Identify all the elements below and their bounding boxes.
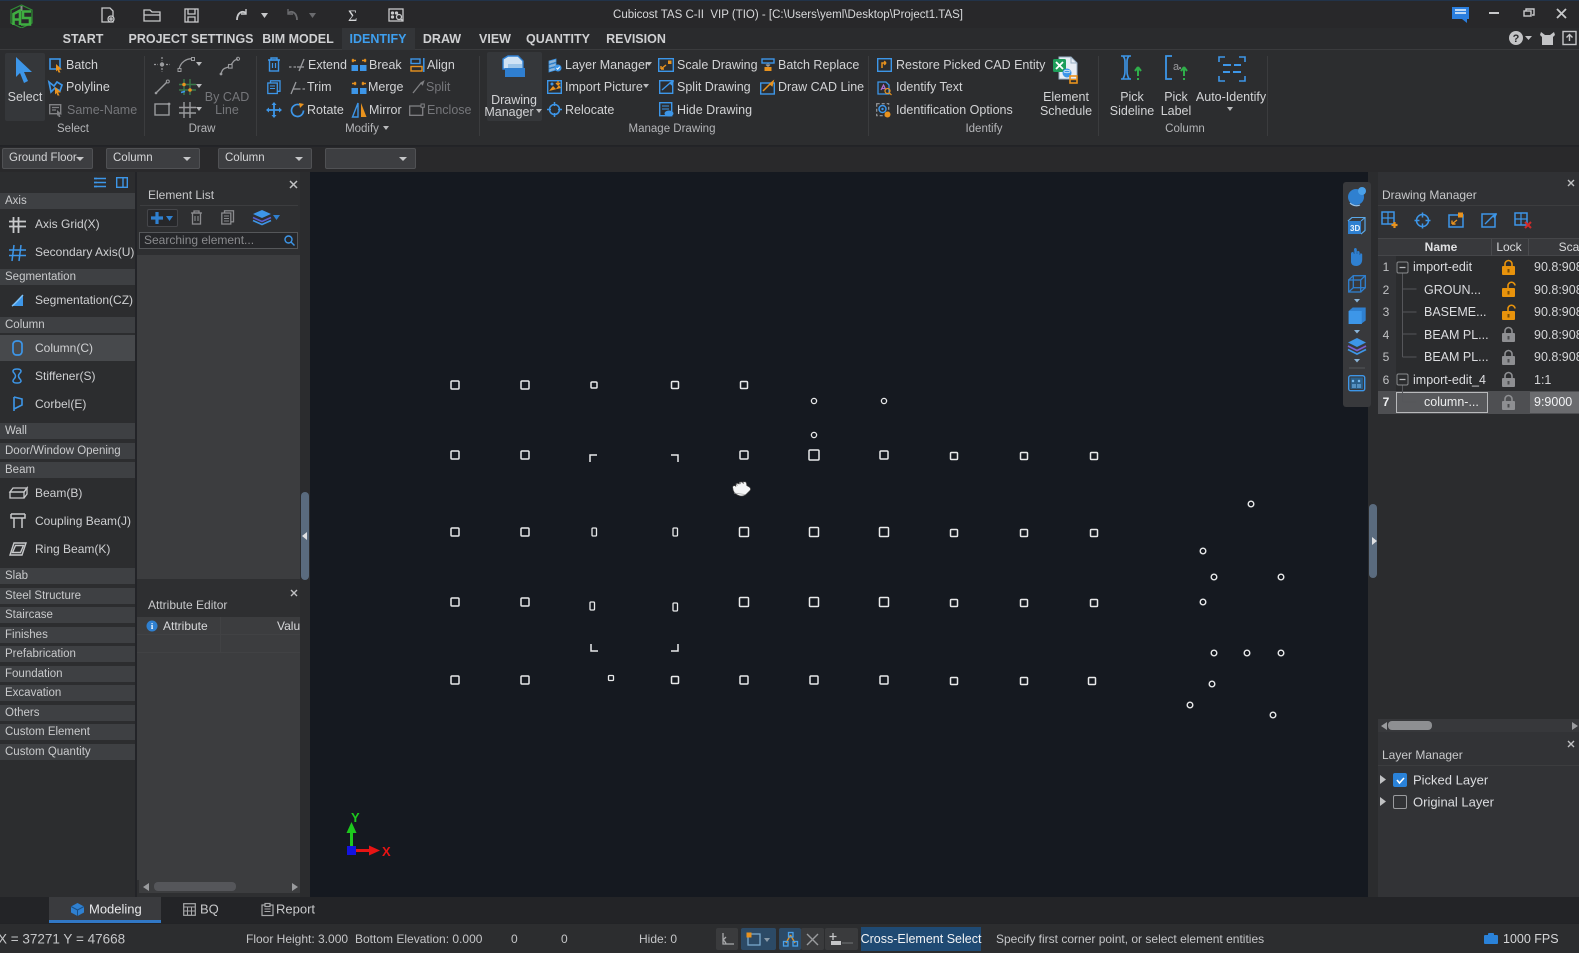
svg-text:3D: 3D xyxy=(1350,224,1360,233)
svg-text:X: X xyxy=(382,844,391,859)
svg-text:?: ? xyxy=(1513,33,1520,45)
svg-text:Σ: Σ xyxy=(348,8,357,25)
svg-text:a: a xyxy=(1173,61,1180,73)
svg-text:Y: Y xyxy=(351,810,360,825)
